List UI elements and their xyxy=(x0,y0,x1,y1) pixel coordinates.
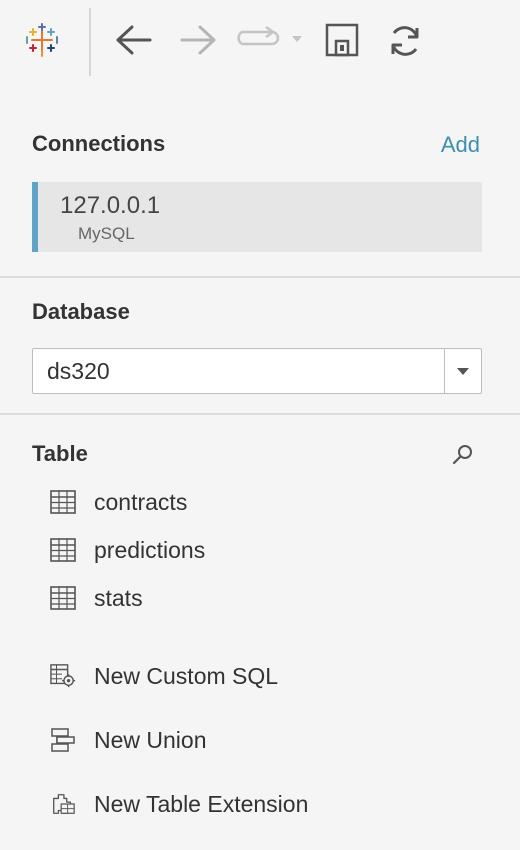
refresh-icon xyxy=(391,26,419,56)
new-custom-sql-button[interactable]: New Custom SQL xyxy=(50,658,278,694)
connection-type: MySQL xyxy=(78,224,135,243)
database-title: Database xyxy=(32,299,130,324)
table-list-item[interactable]: contracts xyxy=(50,484,187,520)
new-table-extension-button[interactable]: New Table Extension xyxy=(50,786,308,822)
table-icon xyxy=(50,489,76,515)
tableau-logo-icon xyxy=(24,22,60,58)
database-dropdown-button[interactable] xyxy=(444,349,481,393)
refresh-button[interactable] xyxy=(386,22,424,60)
redo-button[interactable] xyxy=(236,26,306,54)
new-union-button[interactable]: New Union xyxy=(50,722,207,758)
table-list-item[interactable]: stats xyxy=(50,580,143,616)
table-list-item[interactable]: predictions xyxy=(50,532,205,568)
connections-title: Connections xyxy=(32,131,166,156)
toolbar xyxy=(0,0,520,80)
table-title: Table xyxy=(32,441,88,466)
table-icon xyxy=(50,537,76,563)
redo-icon xyxy=(237,26,302,46)
table-list-item-label: contracts xyxy=(94,488,188,515)
chevron-down-icon xyxy=(292,36,302,42)
table-list-item-label: stats xyxy=(94,584,143,611)
arrow-right-icon xyxy=(180,25,216,55)
table-list-item-label: predictions xyxy=(94,536,206,563)
back-button[interactable] xyxy=(112,22,156,58)
chevron-down-icon xyxy=(457,368,469,375)
table-search-button[interactable] xyxy=(452,443,474,470)
forward-button[interactable] xyxy=(176,22,220,58)
custom-sql-icon xyxy=(50,663,76,689)
add-connection-link[interactable]: Add xyxy=(441,132,480,158)
divider xyxy=(0,276,520,278)
new-custom-sql-label: New Custom SQL xyxy=(94,662,279,689)
save-button[interactable] xyxy=(324,22,360,58)
save-icon xyxy=(325,23,359,57)
divider xyxy=(0,413,520,415)
connection-item[interactable]: 127.0.0.1 MySQL xyxy=(32,182,482,252)
new-union-label: New Union xyxy=(94,726,207,753)
new-table-extension-label: New Table Extension xyxy=(94,790,309,817)
database-select-value: ds320 xyxy=(47,358,110,384)
search-icon xyxy=(452,445,472,465)
database-select[interactable]: ds320 xyxy=(32,348,482,394)
table-icon xyxy=(50,585,76,611)
table-extension-icon xyxy=(50,791,76,817)
union-icon xyxy=(50,727,76,753)
toolbar-divider xyxy=(89,8,91,76)
arrow-left-icon xyxy=(116,25,152,55)
connection-host: 127.0.0.1 xyxy=(60,192,161,219)
